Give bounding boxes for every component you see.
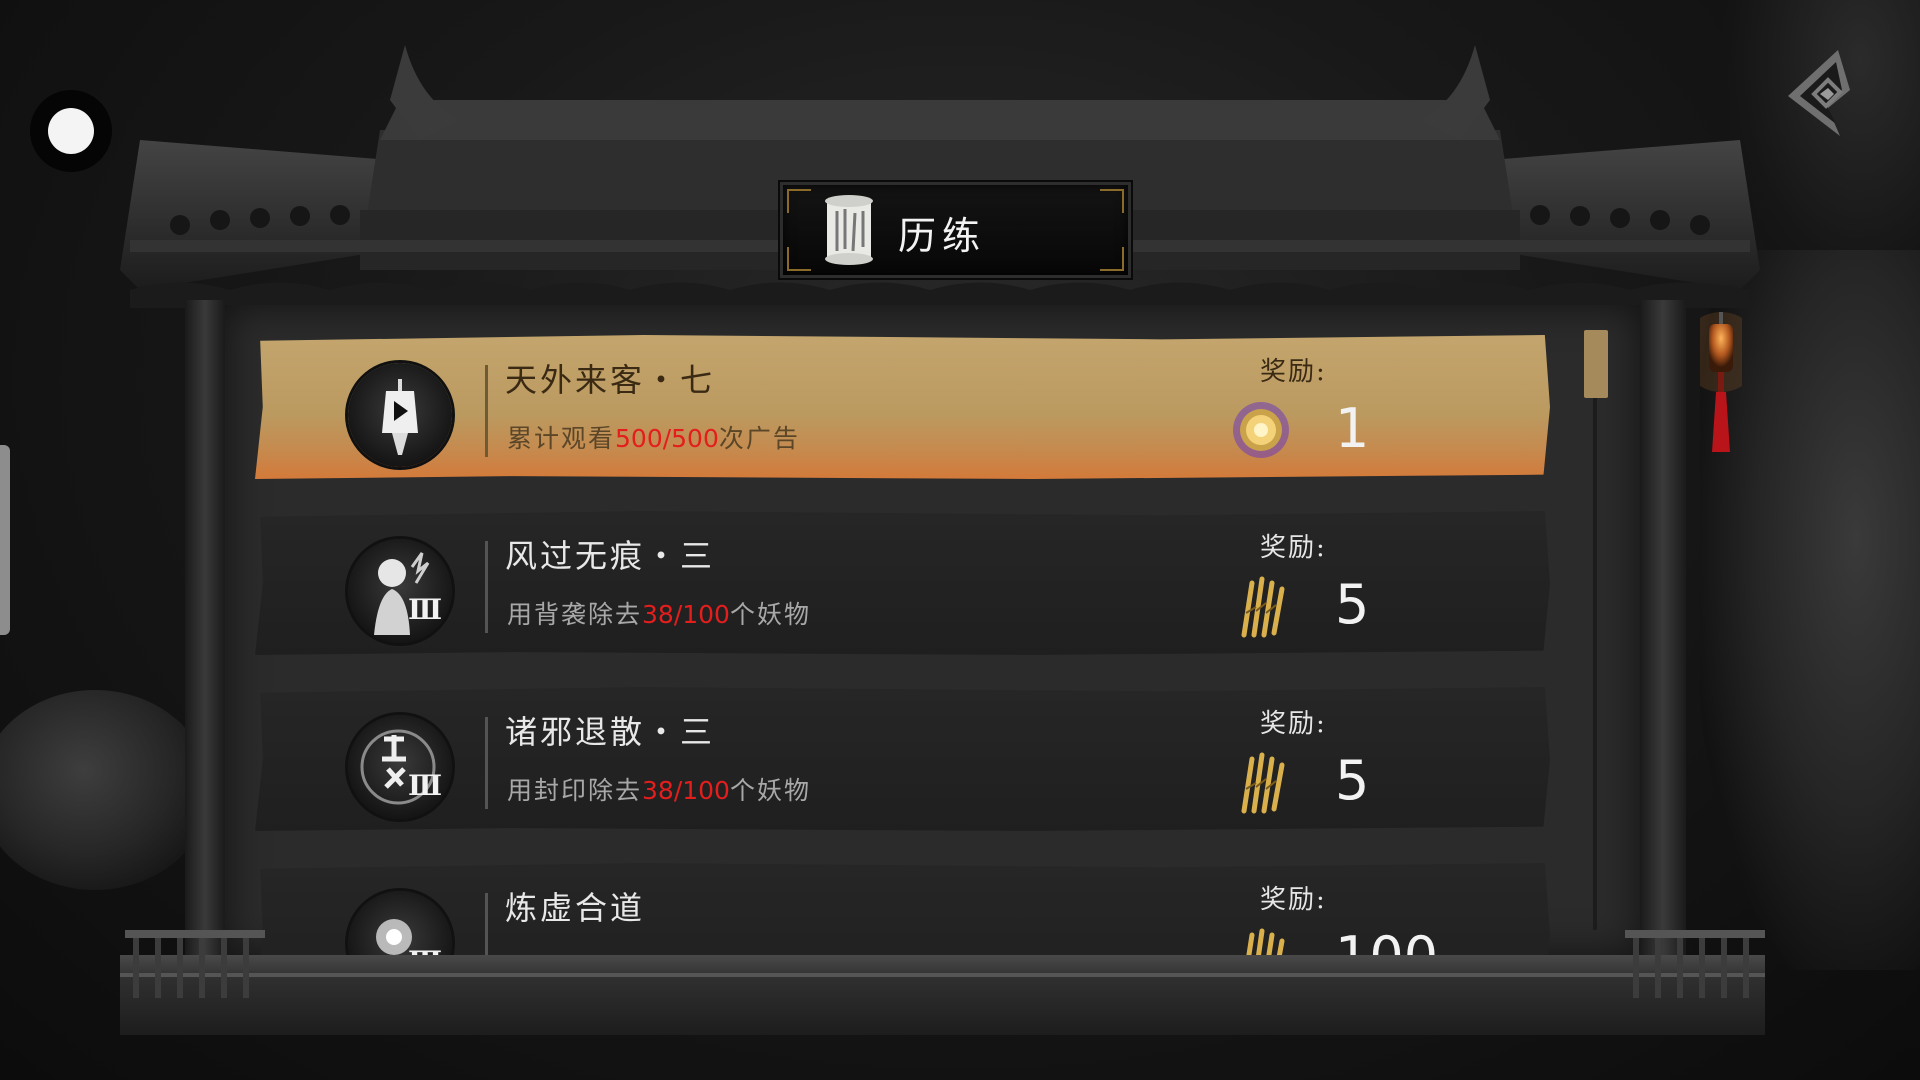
- task-progress: 38/100: [642, 600, 730, 629]
- task-description: 用背袭除去38/100个妖物: [507, 600, 811, 629]
- task-title: 炼虚合道: [505, 889, 646, 927]
- reward-label: 奖励:: [1260, 709, 1327, 739]
- pillar-right: [1640, 300, 1686, 1000]
- pavilion-base: [120, 955, 1765, 1035]
- reward-count: 5: [1335, 573, 1370, 636]
- side-drawer-tab[interactable]: [0, 445, 10, 635]
- void-orb-icon: Ⅲ: [348, 891, 452, 955]
- task-card-1[interactable]: 天外来客・七 累计观看500/500次广告 奖励: 1: [255, 335, 1550, 479]
- golden-feathers-icon: [1241, 928, 1285, 955]
- reward-count: 1: [1335, 397, 1370, 460]
- reward-count: 5: [1335, 749, 1370, 812]
- task-progress: 38/100: [642, 776, 730, 805]
- title-plaque: 历练: [780, 182, 1131, 278]
- pillar-left: [185, 300, 225, 1000]
- diamond-back-arrow-icon: [1788, 50, 1850, 136]
- seal-talisman-icon: Ⅲ: [348, 715, 452, 819]
- task-card-3[interactable]: Ⅲ 诸邪退散・三 用封印除去38/100个妖物 奖励: 5: [255, 687, 1550, 831]
- scroll-icon: [825, 195, 873, 265]
- svg-text:Ⅲ: Ⅲ: [408, 593, 442, 626]
- task-card-2[interactable]: Ⅲ 风过无痕・三 用背袭除去38/100个妖物 奖励: 5: [255, 511, 1550, 655]
- back-button[interactable]: [1778, 48, 1868, 138]
- page-title: 历练: [898, 214, 987, 258]
- svg-text:Ⅲ: Ⅲ: [408, 769, 442, 802]
- gold-medallion-icon: [1233, 402, 1289, 458]
- railing-right: [1625, 930, 1765, 998]
- task-progress: 500/500: [615, 424, 719, 453]
- task-title: 诸邪退散・三: [505, 713, 716, 751]
- divider: [485, 541, 488, 633]
- divider: [485, 893, 488, 955]
- divider: [485, 717, 488, 809]
- railing-left: [125, 930, 265, 998]
- task-title: 天外来客・七: [505, 361, 716, 399]
- task-description: 用封印除去38/100个妖物: [507, 776, 811, 805]
- task-description: 累计观看500/500次广告: [507, 424, 800, 453]
- game-screen: 历练 天外来客・七 累计观看500/500次广告 奖励: 1 Ⅲ 风过无痕・三 …: [0, 0, 1920, 1080]
- golden-feathers-icon: [1241, 752, 1285, 814]
- reward-label: 奖励:: [1260, 533, 1327, 563]
- svg-text:Ⅲ: Ⅲ: [408, 945, 442, 955]
- scrollbar-thumb[interactable]: [1584, 330, 1608, 398]
- task-title: 风过无痕・三: [505, 537, 716, 575]
- reward-label: 奖励:: [1260, 885, 1327, 915]
- divider: [485, 365, 488, 457]
- record-dot-icon: [48, 108, 94, 154]
- task-card-4[interactable]: Ⅲ 炼虚合道 奖励: 100: [255, 863, 1550, 955]
- ad-play-icon: [348, 363, 452, 467]
- reward-label: 奖励:: [1260, 357, 1327, 387]
- task-list[interactable]: 天外来客・七 累计观看500/500次广告 奖励: 1 Ⅲ 风过无痕・三 用背袭…: [255, 335, 1555, 955]
- golden-feathers-icon: [1241, 576, 1285, 638]
- backstab-figure-icon: Ⅲ: [348, 539, 452, 643]
- reward-count: 100: [1335, 925, 1438, 955]
- scrollbar-track[interactable]: [1593, 330, 1597, 930]
- record-button[interactable]: [30, 90, 112, 172]
